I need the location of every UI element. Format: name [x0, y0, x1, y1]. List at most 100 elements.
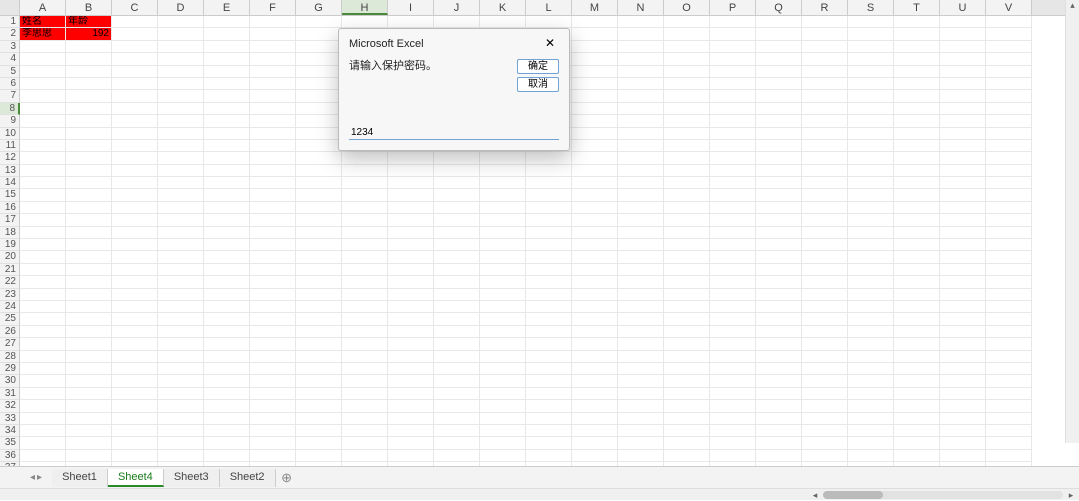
row-header-28[interactable]: 28	[0, 351, 20, 363]
cell-A7[interactable]	[20, 90, 66, 102]
cell-K22[interactable]	[480, 276, 526, 288]
cell-Q21[interactable]	[756, 264, 802, 276]
cell-E25[interactable]	[204, 313, 250, 325]
cell-P7[interactable]	[710, 90, 756, 102]
cell-R28[interactable]	[802, 351, 848, 363]
cell-A23[interactable]	[20, 289, 66, 301]
cell-O1[interactable]	[664, 16, 710, 28]
cell-N28[interactable]	[618, 351, 664, 363]
cell-C15[interactable]	[112, 189, 158, 201]
cell-L23[interactable]	[526, 289, 572, 301]
cell-J28[interactable]	[434, 351, 480, 363]
cell-O5[interactable]	[664, 66, 710, 78]
cell-I26[interactable]	[388, 326, 434, 338]
cell-U1[interactable]	[940, 16, 986, 28]
cell-S30[interactable]	[848, 375, 894, 387]
cell-R18[interactable]	[802, 227, 848, 239]
cell-I35[interactable]	[388, 437, 434, 449]
cell-G24[interactable]	[296, 301, 342, 313]
cell-S9[interactable]	[848, 115, 894, 127]
cell-G29[interactable]	[296, 363, 342, 375]
cell-M13[interactable]	[572, 165, 618, 177]
cell-E18[interactable]	[204, 227, 250, 239]
cell-S31[interactable]	[848, 388, 894, 400]
row-header-29[interactable]: 29	[0, 363, 20, 375]
cell-S34[interactable]	[848, 425, 894, 437]
cell-A18[interactable]	[20, 227, 66, 239]
cell-B14[interactable]	[66, 177, 112, 189]
cell-Q20[interactable]	[756, 251, 802, 263]
cell-K35[interactable]	[480, 437, 526, 449]
cell-C36[interactable]	[112, 450, 158, 462]
cell-E17[interactable]	[204, 214, 250, 226]
cell-H29[interactable]	[342, 363, 388, 375]
cell-I1[interactable]	[388, 16, 434, 28]
cell-F13[interactable]	[250, 165, 296, 177]
cell-B15[interactable]	[66, 189, 112, 201]
cell-U8[interactable]	[940, 103, 986, 115]
cell-I36[interactable]	[388, 450, 434, 462]
cell-P13[interactable]	[710, 165, 756, 177]
cell-H26[interactable]	[342, 326, 388, 338]
cell-C6[interactable]	[112, 78, 158, 90]
cell-R20[interactable]	[802, 251, 848, 263]
cell-G31[interactable]	[296, 388, 342, 400]
column-header-Q[interactable]: Q	[756, 0, 802, 15]
cell-E1[interactable]	[204, 16, 250, 28]
cell-V3[interactable]	[986, 41, 1032, 53]
cell-T6[interactable]	[894, 78, 940, 90]
cell-O29[interactable]	[664, 363, 710, 375]
cell-N1[interactable]	[618, 16, 664, 28]
cell-T21[interactable]	[894, 264, 940, 276]
cell-O4[interactable]	[664, 53, 710, 65]
cell-H35[interactable]	[342, 437, 388, 449]
cell-C1[interactable]	[112, 16, 158, 28]
cell-A10[interactable]	[20, 128, 66, 140]
cell-E21[interactable]	[204, 264, 250, 276]
column-header-U[interactable]: U	[940, 0, 986, 15]
cell-Q36[interactable]	[756, 450, 802, 462]
cell-P5[interactable]	[710, 66, 756, 78]
cell-P1[interactable]	[710, 16, 756, 28]
cell-M32[interactable]	[572, 400, 618, 412]
cell-O36[interactable]	[664, 450, 710, 462]
cell-T25[interactable]	[894, 313, 940, 325]
cell-R8[interactable]	[802, 103, 848, 115]
cell-H24[interactable]	[342, 301, 388, 313]
cell-D12[interactable]	[158, 152, 204, 164]
cell-E20[interactable]	[204, 251, 250, 263]
cell-M27[interactable]	[572, 338, 618, 350]
cell-E24[interactable]	[204, 301, 250, 313]
row-header-15[interactable]: 15	[0, 189, 20, 201]
hscroll-track[interactable]	[823, 491, 1063, 499]
cell-T20[interactable]	[894, 251, 940, 263]
cell-V31[interactable]	[986, 388, 1032, 400]
row-header-3[interactable]: 3	[0, 41, 20, 53]
cell-Q32[interactable]	[756, 400, 802, 412]
cell-H25[interactable]	[342, 313, 388, 325]
cell-U33[interactable]	[940, 413, 986, 425]
cell-A16[interactable]	[20, 202, 66, 214]
row-header-33[interactable]: 33	[0, 413, 20, 425]
cell-O32[interactable]	[664, 400, 710, 412]
cell-N32[interactable]	[618, 400, 664, 412]
cell-P18[interactable]	[710, 227, 756, 239]
cell-C28[interactable]	[112, 351, 158, 363]
cell-O8[interactable]	[664, 103, 710, 115]
cell-F3[interactable]	[250, 41, 296, 53]
cell-P34[interactable]	[710, 425, 756, 437]
cell-P36[interactable]	[710, 450, 756, 462]
cell-C18[interactable]	[112, 227, 158, 239]
cell-M22[interactable]	[572, 276, 618, 288]
cell-V23[interactable]	[986, 289, 1032, 301]
cell-V30[interactable]	[986, 375, 1032, 387]
cell-U2[interactable]	[940, 28, 986, 40]
cell-F28[interactable]	[250, 351, 296, 363]
row-header-2[interactable]: 2	[0, 28, 20, 40]
cell-J14[interactable]	[434, 177, 480, 189]
cell-T36[interactable]	[894, 450, 940, 462]
cell-S7[interactable]	[848, 90, 894, 102]
vertical-scrollbar[interactable]: ▴	[1065, 0, 1079, 443]
cell-R12[interactable]	[802, 152, 848, 164]
cell-C27[interactable]	[112, 338, 158, 350]
